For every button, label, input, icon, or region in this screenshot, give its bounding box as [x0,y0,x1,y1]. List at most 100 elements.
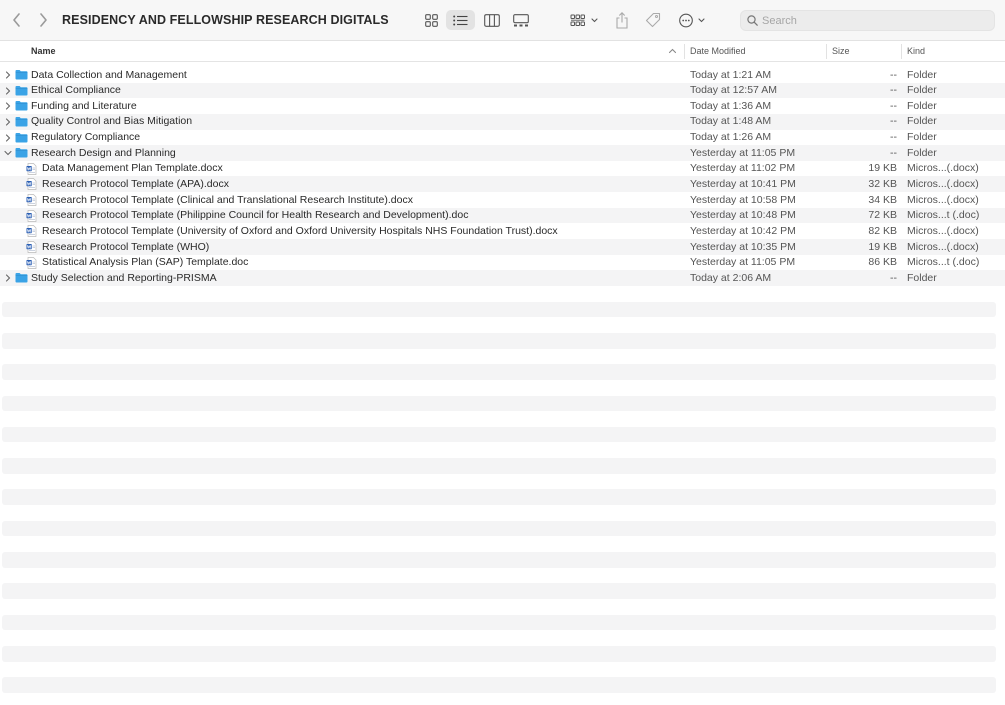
item-name: Research Protocol Template (University o… [42,224,558,237]
item-date-modified: Today at 12:57 AM [690,84,777,97]
folder-row[interactable]: Quality Control and Bias Mitigation Today… [0,113,1005,130]
item-kind: Micros...(.docx) [907,240,979,253]
folder-icon [15,116,28,127]
more-actions-icon [679,13,705,27]
empty-row [2,489,996,506]
item-kind: Folder [907,99,937,112]
item-name: Research Design and Planning [31,146,176,159]
file-row[interactable]: Research Protocol Template (Clinical and… [0,192,1005,208]
file-row[interactable]: Research Protocol Template (WHO) Yesterda… [0,239,1005,255]
file-row[interactable]: Research Protocol Template (APA).docx Yes… [0,176,1005,193]
item-date-modified: Today at 2:06 AM [690,271,772,284]
item-date-modified: Yesterday at 10:48 PM [690,209,796,222]
file-row[interactable]: Research Protocol Template (University o… [0,223,1005,239]
item-date-modified: Yesterday at 10:42 PM [690,224,796,237]
folder-row[interactable]: Data Collection and Management Today at 1… [0,67,1005,83]
empty-row [2,301,996,318]
group-by-icon [570,14,598,26]
gallery-view-button[interactable] [510,10,532,30]
toolbar: RESIDENCY AND FELLOWSHIP RESEARCH DIGITA… [0,0,1005,41]
chevron-left-icon [12,13,20,27]
disclosure-collapsed-icon[interactable] [4,133,12,143]
item-kind: Folder [907,84,937,97]
search-icon [747,15,758,26]
disclosure-expanded-icon[interactable] [4,148,12,158]
item-kind: Micros...(.docx) [907,177,979,190]
empty-row [2,364,996,380]
folder-icon [15,148,28,158]
folder-icon [15,70,28,80]
empty-row [2,458,996,474]
back-button[interactable] [8,12,24,28]
forward-button[interactable] [35,12,51,28]
column-date-header[interactable]: Date Modified [690,46,746,56]
folder-row[interactable]: Regulatory Compliance Today at 1:26 AM -- F… [0,130,1005,146]
empty-row [2,395,996,412]
column-separator[interactable] [684,44,685,59]
item-kind: Folder [907,146,937,159]
item-kind: Micros...(.docx) [907,193,979,206]
search-field[interactable] [740,10,995,31]
search-input[interactable] [762,13,987,29]
disclosure-collapsed-icon[interactable] [4,117,12,127]
folder-row[interactable]: Study Selection and Reporting-PRISMA Toda… [0,270,1005,286]
item-date-modified: Today at 1:26 AM [690,131,772,144]
word-document-icon [26,194,37,206]
word-document-icon [26,225,37,238]
disclosure-collapsed-icon[interactable] [4,86,12,96]
column-view-button[interactable] [481,10,503,30]
item-date-modified: Yesterday at 10:58 PM [690,193,796,206]
sort-ascending-icon[interactable] [668,47,677,55]
list-view-icon [453,15,468,25]
folder-row[interactable]: Ethical Compliance Today at 12:57 AM -- Fol… [0,82,1005,99]
item-size: 19 KB [868,240,897,253]
item-kind: Folder [907,131,937,144]
item-kind: Micros...(.docx) [907,224,979,237]
item-size: 72 KB [868,209,897,222]
file-row[interactable]: Data Management Plan Template.docx Yester… [0,161,1005,177]
folder-row[interactable]: Research Design and Planning Yesterday at… [0,145,1005,161]
tag-button[interactable] [642,10,664,30]
empty-row [2,520,996,537]
item-kind: Micros...(.docx) [907,162,979,175]
disclosure-collapsed-icon[interactable] [4,70,12,80]
item-kind: Micros...t (.doc) [907,256,980,269]
item-date-modified: Today at 1:48 AM [690,115,772,128]
disclosure-collapsed-icon[interactable] [4,101,12,111]
folder-icon [15,132,28,143]
column-size-header[interactable]: Size [832,46,850,56]
item-kind: Folder [907,271,937,284]
disclosure-collapsed-icon[interactable] [4,273,12,283]
column-kind-header[interactable]: Kind [907,46,925,56]
item-size: -- [890,99,897,112]
item-name: Research Protocol Template (Philippine C… [42,209,469,222]
tag-icon [645,12,661,28]
empty-row [2,614,996,631]
list-view-button[interactable] [446,10,475,30]
file-list: Data Collection and Management Today at 1… [0,67,1005,286]
word-document-icon [26,209,37,222]
item-name: Funding and Literature [31,99,137,112]
word-document-icon [26,162,37,175]
column-separator[interactable] [826,44,827,59]
file-row[interactable]: Research Protocol Template (Philippine C… [0,207,1005,224]
empty-row [2,645,996,662]
item-size: -- [890,131,897,144]
share-button[interactable] [612,10,632,30]
item-size: 86 KB [868,256,897,269]
icon-view-button[interactable] [420,10,442,30]
column-separator[interactable] [901,44,902,59]
item-size: -- [890,68,897,81]
file-row[interactable]: Statistical Analysis Plan (SAP) Template… [0,255,1005,271]
item-name: Study Selection and Reporting-PRISMA [31,271,217,284]
group-by-button[interactable] [568,10,600,30]
item-kind: Folder [907,68,937,81]
folder-row[interactable]: Funding and Literature Today at 1:36 AM --… [0,98,1005,114]
item-date-modified: Yesterday at 10:41 PM [690,177,796,190]
item-name: Research Protocol Template (WHO) [42,240,210,253]
more-actions-button[interactable] [677,10,709,30]
word-document-icon [26,256,37,269]
item-kind: Folder [907,115,937,128]
chevron-right-icon [39,13,47,27]
column-name-header[interactable]: Name [31,46,56,56]
